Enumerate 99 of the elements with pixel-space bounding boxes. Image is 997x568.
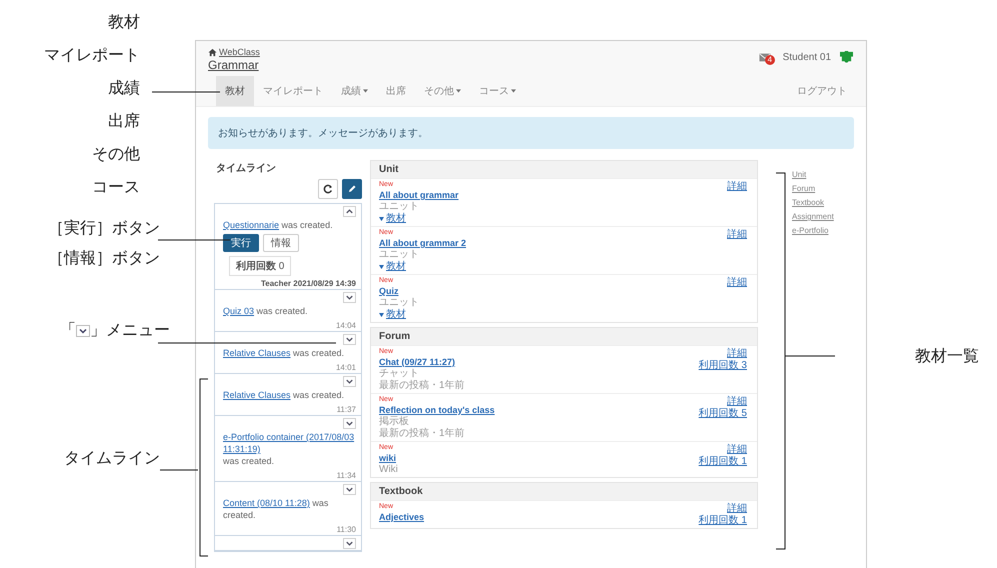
- caret-icon: [379, 312, 384, 318]
- item-link[interactable]: Content (08/10 11:28): [223, 497, 310, 509]
- annotation-label: 教材一覧: [915, 346, 979, 367]
- chevron-down-icon[interactable]: [343, 292, 356, 303]
- item-type: チャット: [379, 368, 419, 380]
- item-link[interactable]: Chat (09/27 11:27): [379, 356, 456, 368]
- chevron-down-icon[interactable]: [343, 484, 356, 495]
- chevron-down-icon[interactable]: [343, 334, 356, 345]
- timestamp: 11:30: [336, 525, 356, 534]
- usage-count: 利用回数 0: [229, 256, 292, 276]
- item-action-link[interactable]: 利用回数 1: [698, 456, 747, 468]
- annotation-label: 「: [60, 321, 76, 341]
- timestamp: 11:34: [336, 471, 356, 480]
- alert-text: お知らせがあります。メッセージがあります。: [218, 128, 428, 139]
- nav-tab[interactable]: その他: [415, 76, 470, 106]
- chevron-down-icon[interactable]: [343, 418, 356, 429]
- annotation-label: タイムライン: [64, 449, 160, 469]
- nav-tab[interactable]: 成績: [332, 76, 377, 106]
- item-link[interactable]: wiki: [379, 452, 396, 464]
- item-action-link[interactable]: 利用回数 3: [698, 360, 747, 372]
- timeline-entry: e-Portfolio container (2017/08/03 11:31:19) was created.: [223, 431, 356, 467]
- item-action-link[interactable]: 詳細: [727, 277, 747, 289]
- annotation-label: その他: [92, 145, 140, 165]
- nav-tab[interactable]: マイレポート: [254, 76, 332, 106]
- item-link[interactable]: Relative Clauses: [223, 347, 291, 359]
- timestamp: 11:37: [336, 405, 356, 414]
- annotation-label: 教材: [108, 12, 140, 33]
- annotation-label: 出席: [108, 112, 140, 132]
- item-link[interactable]: Questionnarie: [223, 219, 280, 231]
- timeline-entry: Quiz 03 was created.: [223, 305, 309, 317]
- item-action-link[interactable]: 詳細: [727, 396, 747, 408]
- item-link[interactable]: Adjectives: [379, 511, 424, 523]
- section-title: Forum: [379, 331, 410, 342]
- nav-tab[interactable]: 教材: [216, 76, 254, 106]
- chevron-down-icon[interactable]: [343, 538, 356, 549]
- item-action-link[interactable]: 詳細: [727, 444, 747, 456]
- timeline-title: タイムライン: [215, 162, 277, 176]
- timeline-entry: Relative Clauses was created.: [223, 347, 346, 359]
- annotation-label: マイレポート: [44, 46, 140, 66]
- puzzle-icon: [839, 50, 854, 64]
- item-type: ユニット: [379, 249, 419, 260]
- item-action-link[interactable]: 利用回数 5: [698, 408, 747, 420]
- item-action-link[interactable]: 詳細: [727, 503, 747, 515]
- home-link[interactable]: WebClass: [219, 47, 260, 57]
- chevron-down-icon[interactable]: [343, 376, 356, 387]
- item-note: 最新の投稿・1年前: [379, 380, 465, 392]
- edit-button[interactable]: [342, 179, 362, 199]
- timeline-entry: Relative Clauses was created.: [223, 389, 346, 401]
- item-link[interactable]: Reflection on today's class: [379, 404, 495, 416]
- user-name[interactable]: Student 01: [782, 52, 831, 62]
- annotation-label: ［情報］ボタン: [48, 248, 160, 269]
- caret-icon: [379, 264, 384, 270]
- chevron-down-icon: [76, 324, 90, 336]
- home-icon: [208, 48, 217, 56]
- nav-tab[interactable]: 出席: [377, 76, 415, 106]
- annotation-label: コース: [92, 178, 140, 198]
- refresh-button[interactable]: [318, 179, 338, 199]
- item-type: ユニット: [379, 297, 419, 308]
- item-type: 掲示板: [379, 416, 409, 428]
- item-link[interactable]: All about grammar 2: [379, 237, 466, 249]
- item-link[interactable]: Quiz: [379, 285, 398, 297]
- annotation-label: ［実行］ボタン: [48, 218, 160, 239]
- pencil-icon: [347, 184, 357, 194]
- timestamp: Teacher 2021/08/29 14:39: [260, 279, 356, 288]
- item-action-link[interactable]: 詳細: [727, 181, 747, 193]
- section-link[interactable]: Forum: [792, 183, 834, 195]
- item-note: 最新の投稿・1年前: [379, 428, 465, 440]
- section-link[interactable]: Unit: [792, 169, 834, 181]
- info-button[interactable]: 情報: [263, 234, 299, 252]
- section-link[interactable]: e-Portfolio: [792, 225, 834, 237]
- item-action-link[interactable]: 詳細: [727, 229, 747, 241]
- material-link[interactable]: 教材: [379, 261, 406, 273]
- timestamp: 14:01: [336, 363, 356, 372]
- timeline-entry: Questionnarie was created.: [223, 219, 334, 231]
- section-link[interactable]: Textbook: [792, 197, 834, 209]
- run-button[interactable]: 実行: [223, 234, 259, 252]
- annotation-label: 成績: [108, 78, 140, 99]
- section-link[interactable]: Assignment: [792, 211, 834, 223]
- item-action-link[interactable]: 利用回数 1: [698, 515, 747, 527]
- logout-link[interactable]: ログアウト: [788, 76, 856, 106]
- item-link[interactable]: Quiz 03: [223, 305, 254, 317]
- section-title: Unit: [379, 164, 398, 175]
- refresh-icon: [323, 184, 333, 194]
- nav-tab[interactable]: コース: [470, 76, 525, 106]
- item-action-link[interactable]: 詳細: [727, 348, 747, 360]
- item-type: Wiki: [379, 464, 398, 476]
- material-link[interactable]: 教材: [379, 309, 406, 321]
- course-title[interactable]: Grammar: [208, 58, 260, 72]
- material-link[interactable]: 教材: [379, 213, 406, 225]
- caret-icon: [379, 216, 384, 222]
- timeline-entry: Content (08/10 11:28) was created.: [223, 497, 330, 521]
- item-link[interactable]: e-Portfolio container (2017/08/03 11:31:19): [223, 431, 356, 455]
- annotation-label: 」メニュー: [90, 321, 170, 341]
- section-title: Textbook: [379, 486, 423, 497]
- item-link[interactable]: All about grammar: [379, 189, 459, 201]
- item-type: ユニット: [379, 201, 419, 212]
- chevron-up-icon[interactable]: [343, 206, 356, 217]
- timestamp: 14:04: [336, 321, 356, 330]
- item-link[interactable]: Relative Clauses: [223, 389, 291, 401]
